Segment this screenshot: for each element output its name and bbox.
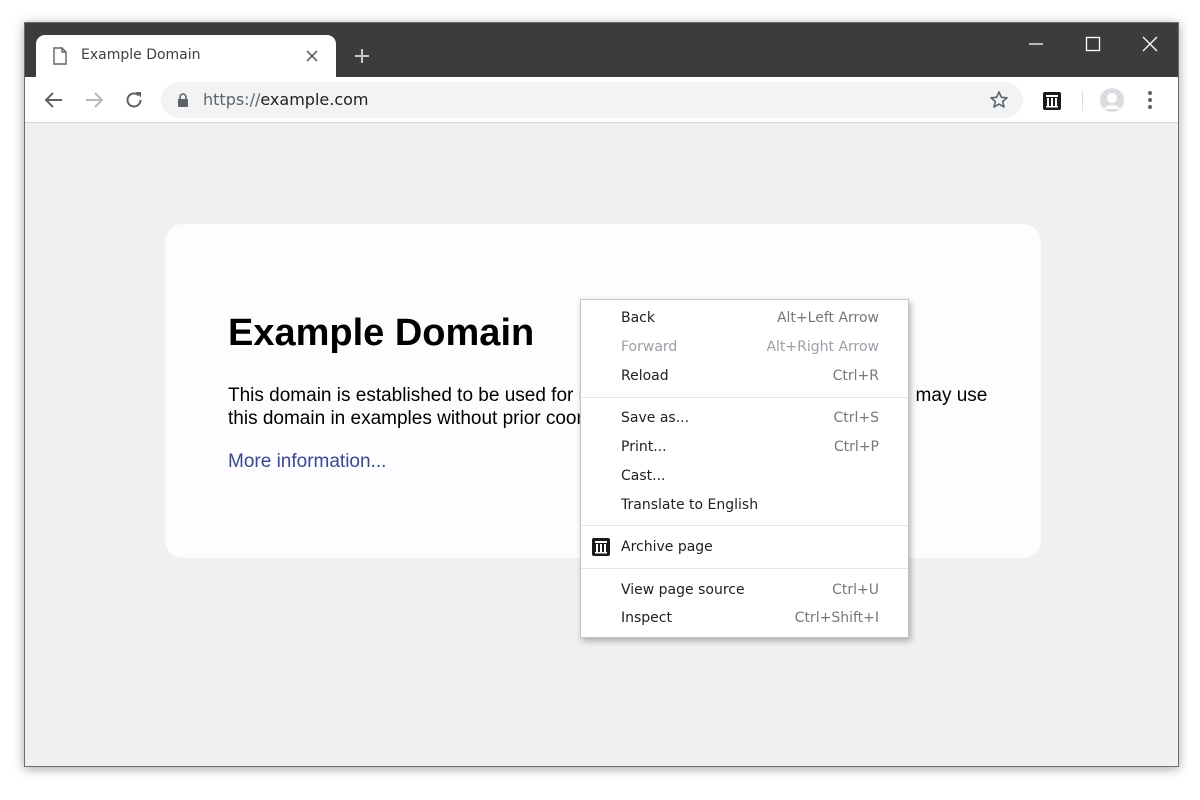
archive-icon [592, 538, 610, 556]
menu-item-label: Save as... [621, 410, 690, 426]
menu-item-archive-page[interactable]: Archive page [581, 534, 908, 563]
tab-title: Example Domain [81, 47, 201, 63]
menu-item-label: Inspect [621, 610, 672, 626]
url-host: example.com [260, 90, 369, 109]
back-arrow-icon[interactable] [43, 89, 65, 111]
menu-item-label: Reload [621, 368, 669, 384]
menu-divider [581, 397, 908, 398]
window-close-icon[interactable] [1139, 33, 1161, 55]
menu-divider [581, 568, 908, 569]
menu-item-inspect[interactable]: Inspect Ctrl+Shift+I [581, 605, 908, 634]
menu-item-label: Archive page [621, 539, 713, 555]
menu-item-label: Forward [621, 339, 678, 355]
menu-item-label: Print... [621, 439, 667, 455]
menu-item-label: View page source [621, 582, 745, 598]
menu-item-back[interactable]: Back Alt+Left Arrow [581, 305, 908, 334]
tab-strip: Example Domain [25, 23, 1178, 77]
menu-item-shortcut: Ctrl+S [833, 410, 879, 426]
url-text[interactable]: https://example.com [203, 90, 368, 109]
menu-item-label: Back [621, 310, 655, 326]
menu-item-label: Cast... [621, 468, 666, 484]
url-scheme: https:// [203, 90, 261, 109]
menu-item-cast[interactable]: Cast... [581, 463, 908, 492]
menu-item-translate[interactable]: Translate to English [581, 492, 908, 521]
tab-example-domain[interactable]: Example Domain [36, 35, 336, 77]
menu-item-shortcut: Ctrl+Shift+I [794, 610, 879, 626]
menu-item-shortcut: Alt+Right Arrow [766, 339, 879, 355]
document-icon [53, 47, 67, 65]
menu-item-shortcut: Alt+Left Arrow [776, 310, 879, 326]
avatar-icon[interactable] [1099, 87, 1125, 113]
menu-item-reload[interactable]: Reload Ctrl+R [581, 363, 908, 392]
page-title: Example Domain [228, 312, 535, 354]
menu-item-view-source[interactable]: View page source Ctrl+U [581, 577, 908, 606]
forward-arrow-icon[interactable] [83, 89, 105, 111]
menu-divider [581, 525, 908, 526]
new-tab-plus-icon[interactable] [353, 47, 371, 65]
close-tab-icon[interactable] [304, 48, 320, 64]
archive-icon[interactable] [1042, 91, 1062, 111]
more-vert-icon[interactable] [1143, 89, 1157, 111]
lock-icon[interactable] [177, 93, 189, 107]
menu-item-print[interactable]: Print... Ctrl+P [581, 434, 908, 463]
menu-item-forward[interactable]: Forward Alt+Right Arrow [581, 334, 908, 363]
minimize-icon[interactable] [1025, 33, 1047, 55]
menu-item-save-as[interactable]: Save as... Ctrl+S [581, 405, 908, 434]
maximize-icon[interactable] [1082, 33, 1104, 55]
menu-item-shortcut: Ctrl+P [833, 439, 879, 455]
menu-item-label: Translate to English [621, 497, 759, 513]
menu-item-shortcut: Ctrl+U [832, 582, 879, 598]
more-information-link[interactable]: More information... [228, 451, 386, 473]
context-menu: Back Alt+Left Arrow Forward Alt+Right Ar… [580, 299, 909, 638]
browser-toolbar: https://example.com [25, 77, 1178, 123]
star-icon[interactable] [989, 90, 1009, 110]
reload-icon[interactable] [123, 89, 145, 111]
address-bar[interactable]: https://example.com [161, 82, 1023, 118]
toolbar-divider [1082, 91, 1083, 111]
menu-item-shortcut: Ctrl+R [832, 368, 879, 384]
